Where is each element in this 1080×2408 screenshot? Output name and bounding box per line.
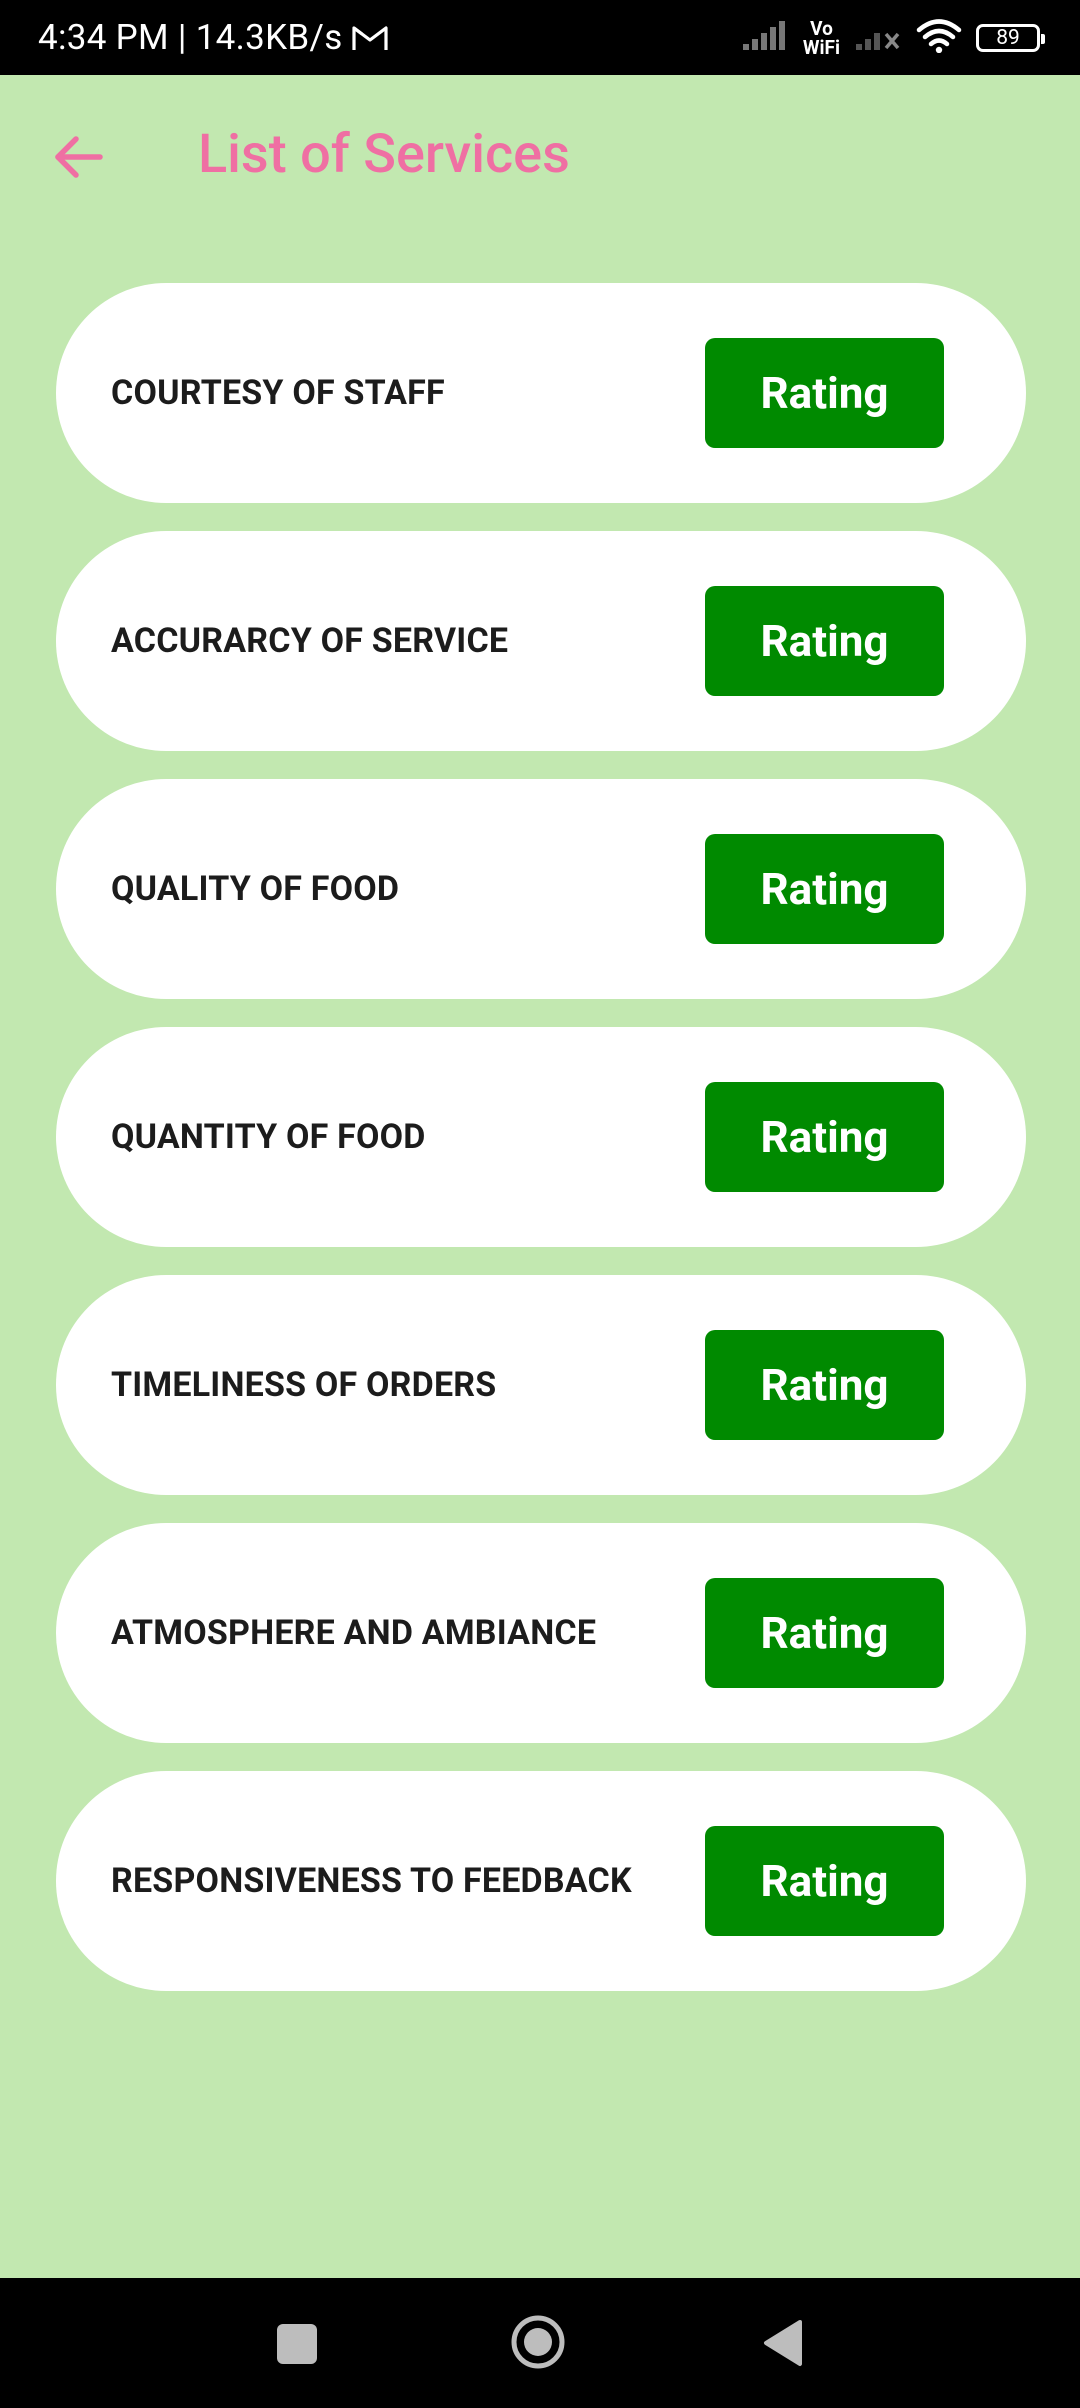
vowifi-indicator: Vo WiFi xyxy=(803,19,840,57)
circle-icon[interactable] xyxy=(510,2314,566,2370)
rating-button[interactable]: Rating xyxy=(705,1578,944,1688)
rating-button[interactable]: Rating xyxy=(705,834,944,944)
service-card: COURTESY OF STAFF Rating xyxy=(56,283,1026,503)
service-label: ATMOSPHERE AND AMBIANCE xyxy=(111,1613,597,1653)
service-label: QUALITY OF FOOD xyxy=(111,869,400,909)
vowifi-bottom: WiFi xyxy=(802,35,840,59)
service-label: QUANTITY OF FOOD xyxy=(111,1117,426,1157)
triangle-icon[interactable] xyxy=(760,2318,804,2368)
service-label: ACCURARCY OF SERVICE xyxy=(111,621,509,661)
rating-button[interactable]: Rating xyxy=(705,1826,944,1936)
signal-icon xyxy=(741,20,789,56)
wifi-icon xyxy=(916,18,962,57)
service-card: TIMELINESS OF ORDERS Rating xyxy=(56,1275,1026,1495)
rating-button[interactable]: Rating xyxy=(705,338,944,448)
service-card: QUANTITY OF FOOD Rating xyxy=(56,1027,1026,1247)
service-label: COURTESY OF STAFF xyxy=(111,373,445,413)
vowifi-top: Vo xyxy=(810,16,833,40)
gmail-icon xyxy=(351,23,389,53)
status-right: Vo WiFi 89 xyxy=(741,0,1045,75)
service-card: ACCURARCY OF SERVICE Rating xyxy=(56,531,1026,751)
arrow-left-icon[interactable] xyxy=(50,129,106,185)
signal-off-icon xyxy=(854,20,902,56)
status-left: 4:34 PM | 14.3KB/s xyxy=(38,0,389,75)
service-card: ATMOSPHERE AND AMBIANCE Rating xyxy=(56,1523,1026,1743)
rating-button[interactable]: Rating xyxy=(705,1082,944,1192)
page-title: List of Services xyxy=(198,123,570,186)
service-label: TIMELINESS OF ORDERS xyxy=(111,1365,497,1405)
status-time-speed: 4:34 PM | 14.3KB/s xyxy=(38,17,343,58)
service-card: QUALITY OF FOOD Rating xyxy=(56,779,1026,999)
app-header: List of Services xyxy=(0,75,1080,235)
rating-button[interactable]: Rating xyxy=(705,586,944,696)
system-nav-bar xyxy=(0,2278,1080,2408)
battery-level: 89 xyxy=(996,25,1020,50)
service-label: RESPONSIVENESS TO FEEDBACK xyxy=(111,1861,632,1901)
status-bar: 4:34 PM | 14.3KB/s Vo WiFi 89 xyxy=(0,0,1080,75)
rating-button[interactable]: Rating xyxy=(705,1330,944,1440)
battery-icon: 89 xyxy=(976,23,1045,52)
service-card: RESPONSIVENESS TO FEEDBACK Rating xyxy=(56,1771,1026,1991)
square-icon[interactable] xyxy=(277,2324,317,2364)
